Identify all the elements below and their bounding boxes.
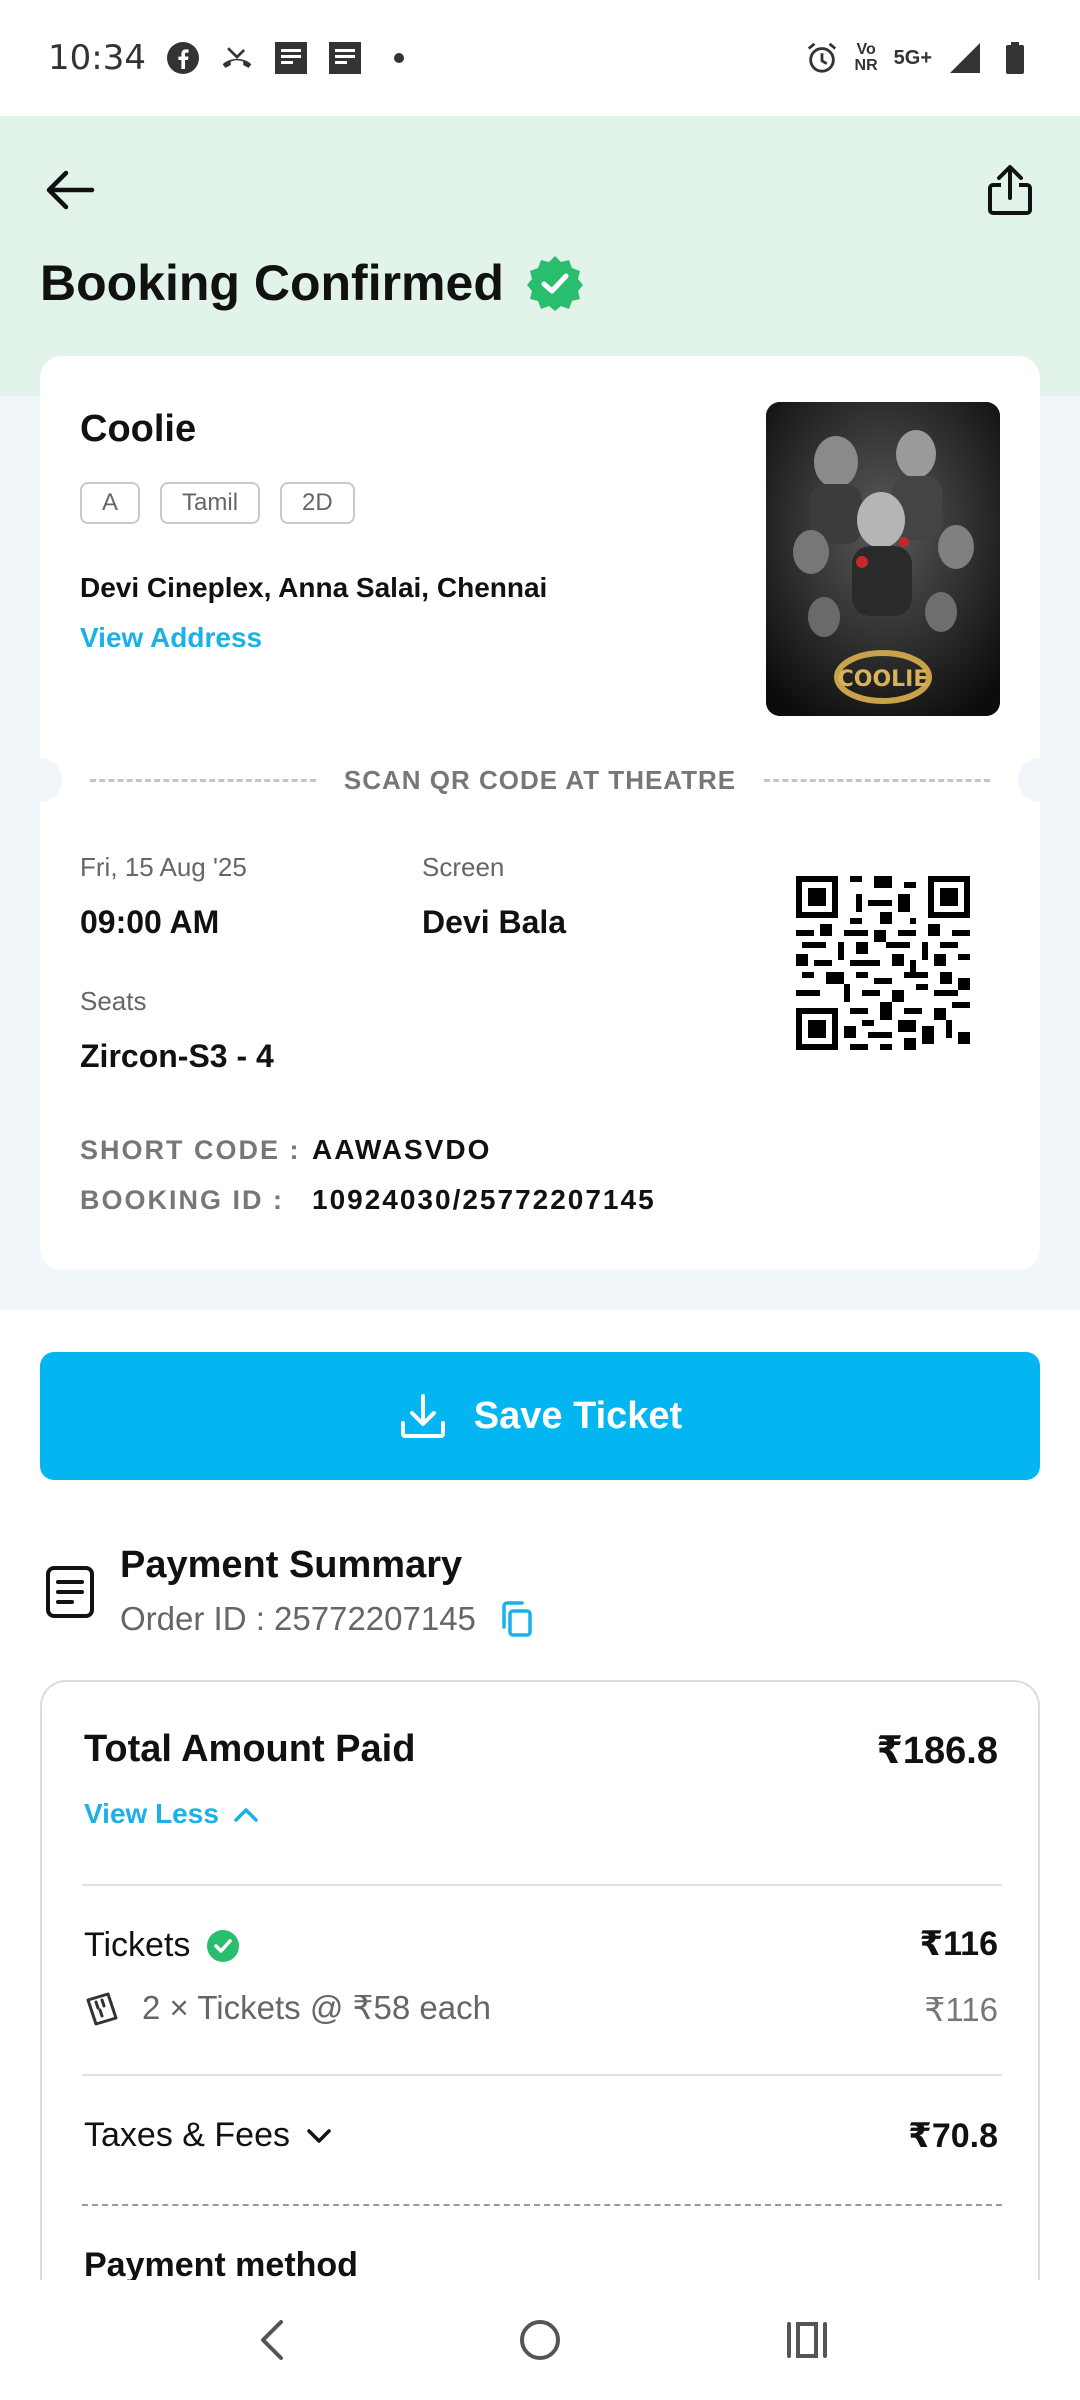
download-icon (398, 1391, 448, 1441)
ticket-icon (84, 1990, 120, 2026)
qr-code (796, 876, 970, 1050)
check-circle-icon (206, 1929, 240, 1963)
divider (82, 1884, 1002, 1886)
payment-summary-title: Payment Summary (120, 1544, 463, 1586)
ticket-notch-left (18, 758, 62, 802)
header: Booking Confirmed (0, 116, 1080, 396)
tickets-detail-value: ₹116 (924, 1991, 998, 2028)
scan-divider: SCAN QR CODE AT THEATRE (90, 760, 991, 800)
tickets-value: ₹116 (919, 1925, 998, 1963)
ticket-card: Coolie A Tamil 2D Devi Cineplex, Anna Sa… (18, 356, 1062, 1270)
tickets-row-label: Tickets (84, 1926, 240, 1965)
back-arrow-icon[interactable] (40, 160, 100, 220)
dashed-divider (82, 2204, 1002, 2206)
view-less-label: View Less (84, 1798, 219, 1829)
venue-name: Devi Cineplex, Anna Salai, Chennai (80, 572, 548, 603)
order-id-row: Order ID : 25772207145 (120, 1600, 534, 1638)
tag-certificate: A (80, 482, 141, 524)
save-ticket-button[interactable]: Save Ticket (40, 1352, 1040, 1480)
nav-back-icon[interactable] (233, 2300, 313, 2380)
short-code-row: SHORT CODE : AAWASVDO (80, 1134, 491, 1166)
news-icon (328, 41, 362, 75)
tag-language: Tamil (160, 482, 261, 524)
status-time: 10:34 (48, 38, 146, 78)
divider (82, 2074, 1002, 2076)
system-nav-bar (0, 2280, 1080, 2400)
dot-icon (382, 41, 416, 75)
status-bar: 10:34 Vo NR 5G+ (0, 0, 1080, 116)
share-icon[interactable] (980, 158, 1040, 222)
booking-id-label: BOOKING ID : (80, 1184, 284, 1215)
page-title: Booking Confirmed (40, 254, 584, 312)
tickets-detail-text: 2 × Tickets @ ₹58 each (142, 1989, 491, 2026)
nav-home-icon[interactable] (500, 2300, 580, 2380)
view-less-toggle[interactable]: View Less (84, 1798, 259, 1830)
tag-format: 2D (280, 482, 355, 524)
chevron-down-icon (306, 2127, 332, 2145)
missed-call-icon (220, 41, 254, 75)
seats-label: Seats (80, 986, 147, 1016)
nav-recents-icon[interactable] (767, 2300, 847, 2380)
battery-icon (998, 41, 1032, 75)
ticket-notch-right (1018, 758, 1062, 802)
short-code-label: SHORT CODE : (80, 1134, 301, 1165)
save-ticket-label: Save Ticket (473, 1394, 683, 1437)
poster-caption: COOLIE (838, 667, 929, 692)
taxes-fees-toggle[interactable]: Taxes & Fees (84, 2116, 332, 2155)
chevron-up-icon (233, 1805, 259, 1823)
verified-badge-icon (526, 254, 584, 312)
booking-id-row: BOOKING ID : 10924030/25772207145 (80, 1184, 656, 1216)
receipt-icon (44, 1564, 96, 1620)
payment-card: Total Amount Paid ₹186.8 View Less Ticke… (40, 1680, 1040, 2320)
news-icon (274, 41, 308, 75)
screen-label: Screen (422, 852, 505, 882)
alarm-icon (805, 41, 839, 75)
volte-icon: Vo NR (854, 41, 878, 74)
total-amount-value: ₹186.8 (876, 1730, 998, 1772)
movie-tags: A Tamil 2D (80, 482, 355, 524)
page-title-text: Booking Confirmed (40, 255, 504, 311)
facebook-icon (166, 41, 200, 75)
tickets-detail-row: 2 × Tickets @ ₹58 each (84, 1988, 491, 2027)
seats-value: Zircon-S3 - 4 (80, 1038, 274, 1074)
taxes-fees-value: ₹70.8 (908, 2117, 998, 2155)
booking-id-value: 10924030/25772207145 (312, 1184, 656, 1215)
order-id-text: Order ID : 25772207145 (120, 1600, 476, 1637)
copy-icon[interactable] (500, 1601, 534, 1637)
short-code-value: AAWASVDO (312, 1134, 492, 1165)
show-time: 09:00 AM (80, 904, 220, 940)
screen-value: Devi Bala (422, 904, 567, 940)
view-address-link[interactable]: View Address (80, 622, 262, 654)
total-amount-label: Total Amount Paid (84, 1728, 416, 1770)
tickets-label: Tickets (84, 1926, 191, 1964)
show-date: Fri, 15 Aug '25 (80, 852, 247, 882)
movie-poster: COOLIE (766, 402, 1000, 716)
taxes-fees-label: Taxes & Fees (84, 2116, 290, 2154)
dashed-divider (90, 778, 316, 782)
scan-qr-label: SCAN QR CODE AT THEATRE (343, 764, 737, 795)
signal-icon (948, 41, 982, 75)
dashed-divider (764, 778, 991, 782)
5g-icon: 5G+ (893, 47, 932, 69)
movie-title: Coolie (80, 408, 197, 450)
